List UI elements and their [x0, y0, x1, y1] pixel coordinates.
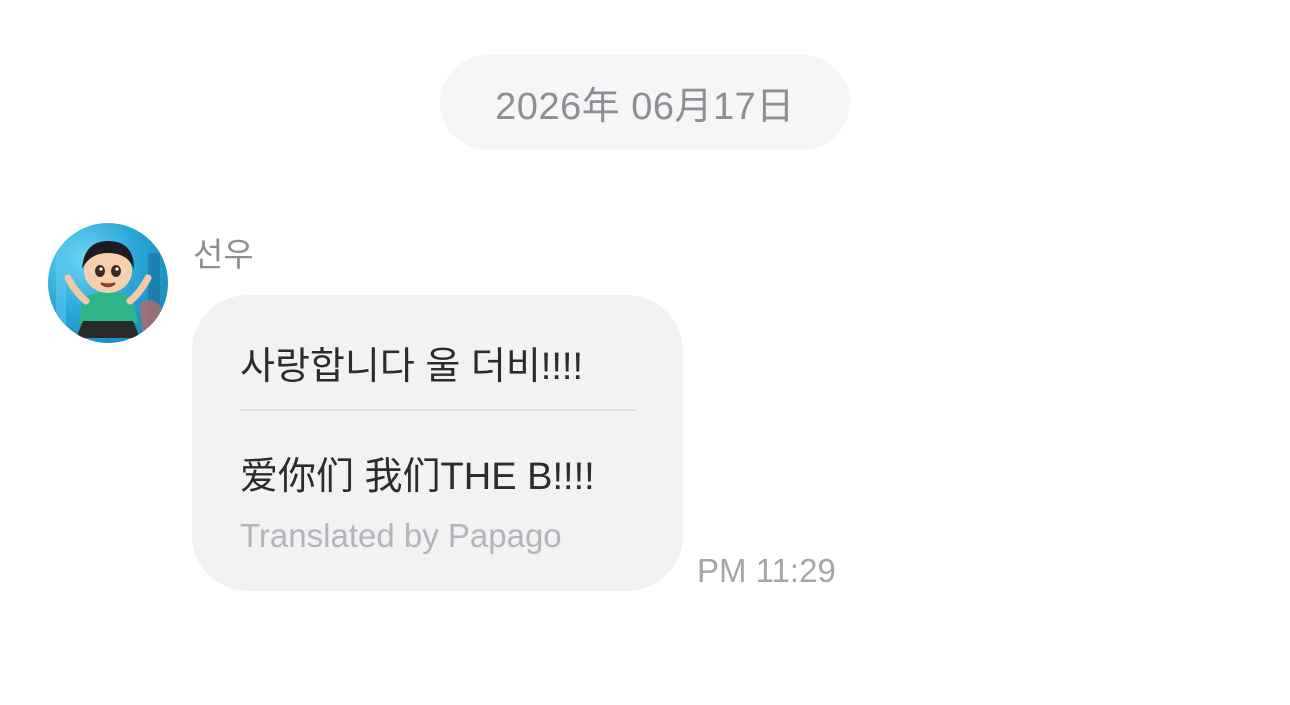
message-bubble[interactable]: 사랑합니다 울 더비!!!! 爱你们 我们THE B!!!! Translate… [192, 295, 683, 591]
date-separator: 2026年 06月17日 [440, 55, 850, 150]
avatar-illustration-icon [56, 241, 166, 343]
message-translated-text: 爱你们 我们THE B!!!! [240, 456, 595, 498]
translation-divider [240, 409, 636, 411]
translation-credit: Translated by Papago [240, 517, 562, 554]
sender-name: 선우 [193, 236, 254, 273]
sender-avatar[interactable] [48, 223, 168, 343]
message-timestamp: PM 11:29 [697, 552, 836, 589]
message-original-text: 사랑합니다 울 더비!!!! [240, 346, 584, 388]
